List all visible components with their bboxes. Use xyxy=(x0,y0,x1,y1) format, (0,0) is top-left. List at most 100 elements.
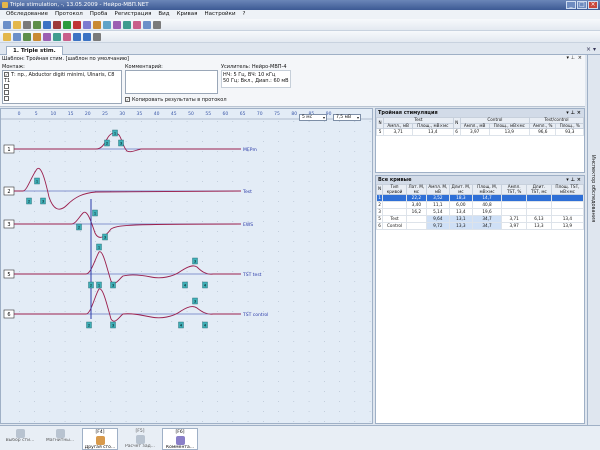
folder-icon[interactable] xyxy=(3,32,11,41)
grid-dot xyxy=(308,411,310,412)
grid-dot xyxy=(49,361,51,362)
grid-dot xyxy=(232,211,234,212)
arrow-right-icon[interactable] xyxy=(83,32,91,41)
menu-settings[interactable]: Настройки xyxy=(204,10,235,19)
table-row[interactable]: 5 3,71 13,4 6 3,97 13,9 96,6 93,3 xyxy=(375,128,584,137)
table-row[interactable]: 6 Control 9,72 13,3 34,7 3,97 13,3 13,9 xyxy=(375,222,585,231)
panel-pin-icon[interactable]: ▾ ⊥ × xyxy=(566,176,581,184)
stimulus-select-button[interactable]: Выбор сти... xyxy=(2,428,38,450)
grid-dot xyxy=(263,211,264,212)
play-icon[interactable] xyxy=(63,20,71,29)
delay-calc-button[interactable]: [F5] Расчет зад... xyxy=(122,428,158,450)
montage-checkbox[interactable]: ✓ xyxy=(4,72,9,77)
grid-dot xyxy=(324,351,325,352)
grid-dot xyxy=(186,241,188,242)
copy-icon[interactable] xyxy=(23,32,31,41)
table-row[interactable]: 5 Test 9,64 13,1 34,7 3,71 6,13 13,4 xyxy=(375,215,585,224)
panel-pin-icon[interactable]: ▾ ⊥ × xyxy=(566,109,581,117)
invert-icon[interactable] xyxy=(63,32,71,41)
tab-close-icon[interactable]: × ▾ xyxy=(586,46,596,53)
table-row[interactable]: 2 3,40 11,1 6,00 40,8 xyxy=(375,201,585,210)
comment-button[interactable]: [F6] Коммента... xyxy=(162,428,198,450)
grid-dot xyxy=(156,141,157,142)
sweep-select[interactable]: 5 мс ▾ xyxy=(299,114,327,121)
copy-results-option[interactable]: ✓ Копировать результаты в протокол xyxy=(125,97,227,103)
grid-dot xyxy=(247,281,249,282)
measure-icon[interactable] xyxy=(123,20,131,29)
table-row[interactable]: 3 16,2 5,14 13,4 19,6 xyxy=(375,208,585,217)
grid-dot xyxy=(110,351,112,352)
grid-dot xyxy=(339,251,340,252)
x-tick-label: 55 xyxy=(205,111,211,117)
montage-checkbox-2[interactable] xyxy=(4,84,9,89)
sensitivity-select[interactable]: 7,5 мВ ▾ xyxy=(333,114,361,121)
grid-dot xyxy=(354,271,356,272)
print-icon[interactable] xyxy=(33,20,41,29)
grid-dot xyxy=(156,361,157,362)
table-row[interactable]: 1 22,2 3,52 18,3 14,7 xyxy=(375,194,585,203)
menu-test[interactable]: Проба xyxy=(90,10,108,19)
open-icon[interactable] xyxy=(13,20,21,29)
save-icon[interactable] xyxy=(23,20,31,29)
average-icon[interactable] xyxy=(53,32,61,41)
minimize-button[interactable]: _ xyxy=(566,1,576,9)
record-icon[interactable] xyxy=(73,20,81,29)
grid-dot xyxy=(34,171,35,172)
window-icon[interactable] xyxy=(93,32,101,41)
cut-icon[interactable] xyxy=(13,32,21,41)
montage-checkbox-4[interactable] xyxy=(4,96,9,101)
settings-icon[interactable] xyxy=(153,20,161,29)
grid-dot xyxy=(278,281,279,282)
grid-dot xyxy=(293,351,295,352)
arrow-left-icon[interactable] xyxy=(73,32,81,41)
grid-dot xyxy=(34,151,35,152)
exam-inspector-tab[interactable]: Инспектор обследования xyxy=(587,55,600,425)
marker-icon[interactable] xyxy=(103,20,111,29)
grid-dot xyxy=(171,351,173,352)
undo-icon[interactable] xyxy=(43,20,51,29)
menu-curve[interactable]: Кривая xyxy=(177,10,198,19)
pause-icon[interactable] xyxy=(83,20,91,29)
close-button[interactable]: × xyxy=(588,1,598,9)
menu-exam[interactable]: Обследование xyxy=(6,10,48,19)
comment-field[interactable] xyxy=(125,70,218,94)
menu-protocol[interactable]: Протокол xyxy=(55,10,83,19)
curve-icon[interactable] xyxy=(133,20,141,29)
tab-triple-stim[interactable]: 1. Triple stim. xyxy=(6,46,63,55)
menu-help[interactable]: ? xyxy=(243,10,246,19)
pin-icon[interactable]: ▾ ⊥ xyxy=(567,55,575,61)
grid-dot xyxy=(80,341,81,342)
stimulus-icon[interactable] xyxy=(93,20,101,29)
magnetic-button[interactable]: Магнитны... xyxy=(42,428,78,450)
filter-icon[interactable] xyxy=(43,32,51,41)
paste-icon[interactable] xyxy=(33,32,41,41)
grid-dot xyxy=(278,381,279,382)
montage-list[interactable]: ✓ Т: пр., Abductor digiti minimi, Ulnaris… xyxy=(2,70,122,104)
table-cell: 11,1 xyxy=(425,201,451,210)
panel-close-icon[interactable]: × xyxy=(578,55,582,61)
grid-dot xyxy=(202,301,203,302)
table-cell: 6,13 xyxy=(525,215,552,224)
montage-checkbox-3[interactable] xyxy=(4,90,9,95)
app-icon xyxy=(2,2,8,8)
cursor-icon[interactable] xyxy=(113,20,121,29)
grid-dot xyxy=(308,161,310,162)
new-icon[interactable] xyxy=(3,20,11,29)
maximize-button[interactable]: □ xyxy=(577,1,587,9)
grid-dot xyxy=(110,371,112,372)
grid-dot xyxy=(202,371,203,372)
grid-dot xyxy=(324,191,325,192)
grid-dot xyxy=(247,201,249,202)
grid-dot xyxy=(293,131,295,132)
grid-dot xyxy=(369,281,371,282)
grid-dot xyxy=(278,361,279,362)
menu-view[interactable]: Вид xyxy=(158,10,169,19)
zoom-icon[interactable] xyxy=(53,20,61,29)
other-side-button[interactable]: [F4] Другая сто... xyxy=(82,428,118,450)
grid-dot xyxy=(141,171,142,172)
menu-registration[interactable]: Регистрация xyxy=(115,10,152,19)
copy-checkbox[interactable]: ✓ xyxy=(125,97,130,102)
grid-icon[interactable] xyxy=(143,20,151,29)
grid-dot xyxy=(34,211,35,212)
curves-chart[interactable]: 0510152025303540455055606570758085901MEP… xyxy=(0,108,373,424)
